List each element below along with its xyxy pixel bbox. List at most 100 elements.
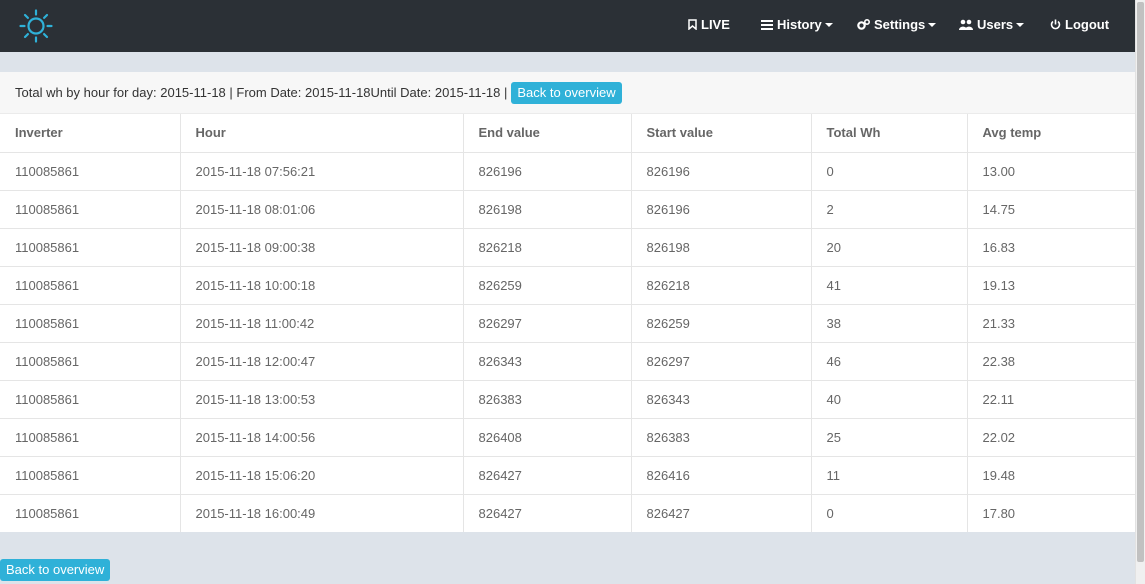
cell-start-value: 826427 — [631, 494, 812, 532]
table-body: 110085861 2015-11-18 07:56:21 826196 826196… — [0, 152, 1135, 532]
cell-end-value: 826427 — [463, 456, 632, 495]
vertical-scrollbar[interactable] — [1135, 0, 1145, 584]
results-panel: Total wh by hour for day: 2015-11-18 | F… — [0, 72, 1135, 532]
nav-logout[interactable]: Logout — [1050, 0, 1109, 52]
cell-avg-temp: 16.83 — [967, 228, 1135, 267]
column-header-start-value: Start value — [631, 114, 812, 153]
cell-end-value: 826383 — [463, 380, 632, 419]
cell-inverter: 110085861 — [0, 266, 181, 305]
nav-users[interactable]: Users — [959, 0, 1025, 52]
cell-inverter: 110085861 — [0, 418, 181, 457]
cell-avg-temp: 22.02 — [967, 418, 1135, 457]
chevron-down-icon — [824, 23, 833, 27]
users-icon — [959, 19, 973, 30]
cell-avg-temp: 19.48 — [967, 456, 1135, 495]
table-row: 110085861 2015-11-18 12:00:47 826343 826297… — [0, 342, 1135, 381]
nav-logout-label: Logout — [1065, 17, 1110, 32]
scrollbar-thumb[interactable] — [1137, 2, 1144, 562]
bookmark-icon — [688, 19, 697, 31]
panel-heading: Total wh by hour for day: 2015-11-18 | F… — [0, 72, 1135, 114]
column-header-total-wh: Total Wh — [811, 114, 968, 153]
cell-inverter: 110085861 — [0, 228, 181, 267]
cell-hour: 2015-11-18 14:00:56 — [180, 418, 464, 457]
cell-total-wh: 0 — [811, 152, 968, 191]
cell-start-value: 826297 — [631, 342, 812, 381]
gears-icon — [857, 18, 871, 30]
nav-settings-label: Settings — [874, 17, 926, 32]
cell-start-value: 826196 — [631, 152, 812, 191]
cell-hour: 2015-11-18 13:00:53 — [180, 380, 464, 419]
power-icon — [1050, 19, 1061, 30]
cell-hour: 2015-11-18 10:00:18 — [180, 266, 464, 305]
chevron-down-icon — [928, 23, 937, 27]
table-row: 110085861 2015-11-18 13:00:53 826383 826343… — [0, 380, 1135, 419]
cell-inverter: 110085861 — [0, 152, 181, 191]
cell-end-value: 826218 — [463, 228, 632, 267]
cell-hour: 2015-11-18 16:00:49 — [180, 494, 464, 532]
cell-end-value: 826259 — [463, 266, 632, 305]
hourly-totals-table: Inverter Hour End value Start value Tota… — [0, 114, 1135, 532]
nav-live[interactable]: LIVE — [688, 0, 730, 52]
cell-inverter: 110085861 — [0, 380, 181, 419]
cell-hour: 2015-11-18 15:06:20 — [180, 456, 464, 495]
cell-inverter: 110085861 — [0, 456, 181, 495]
cell-start-value: 826198 — [631, 228, 812, 267]
cell-hour: 2015-11-18 09:00:38 — [180, 228, 464, 267]
list-icon — [761, 20, 773, 30]
cell-total-wh: 2 — [811, 190, 968, 229]
back-to-overview-button-bottom[interactable]: Back to overview — [0, 559, 111, 581]
cell-total-wh: 46 — [811, 342, 968, 381]
table-row: 110085861 2015-11-18 09:00:38 826218 826198… — [0, 228, 1135, 267]
nav-settings[interactable]: Settings — [857, 0, 937, 52]
cell-start-value: 826196 — [631, 190, 812, 229]
cell-avg-temp: 21.33 — [967, 304, 1135, 343]
cell-end-value: 826408 — [463, 418, 632, 457]
table-row: 110085861 2015-11-18 08:01:06 826198 826196… — [0, 190, 1135, 229]
cell-end-value: 826297 — [463, 304, 632, 343]
back-to-overview-button[interactable]: Back to overview — [511, 81, 622, 104]
nav-history[interactable]: History — [761, 0, 833, 52]
cell-end-value: 826427 — [463, 494, 632, 532]
cell-total-wh: 25 — [811, 418, 968, 457]
cell-end-value: 826196 — [463, 152, 632, 191]
cell-total-wh: 11 — [811, 456, 968, 495]
cell-end-value: 826343 — [463, 342, 632, 381]
nav-history-label: History — [777, 17, 822, 32]
cell-hour: 2015-11-18 08:01:06 — [180, 190, 464, 229]
cell-start-value: 826218 — [631, 266, 812, 305]
cell-total-wh: 40 — [811, 380, 968, 419]
cell-inverter: 110085861 — [0, 304, 181, 343]
table-row: 110085861 2015-11-18 15:06:20 826427 826416… — [0, 456, 1135, 495]
cell-avg-temp: 17.80 — [982, 505, 1016, 521]
column-header-end-value: End value — [463, 114, 632, 153]
table-header-row: Inverter Hour End value Start value Tota… — [0, 114, 1135, 153]
cell-total-wh: 20 — [811, 228, 968, 267]
cell-start-value: 826416 — [631, 456, 812, 495]
cell-total-wh: 38 — [811, 304, 968, 343]
cell-total-wh: 41 — [811, 266, 968, 305]
table-row: 110085861 2015-11-18 11:00:42 826297 826259… — [0, 304, 1135, 343]
cell-start-value: 826259 — [631, 304, 812, 343]
table-row: 110085861 2015-11-18 16:00:49 826427 826427… — [0, 494, 1135, 532]
table-row: 110085861 2015-11-18 07:56:21 826196 826196… — [0, 152, 1135, 191]
cell-avg-temp: 13.00 — [967, 152, 1135, 191]
cell-hour: 2015-11-18 07:56:21 — [180, 152, 464, 191]
cell-avg-temp: 14.75 — [967, 190, 1135, 229]
cell-start-value: 826343 — [631, 380, 812, 419]
cell-hour: 2015-11-18 12:00:47 — [180, 342, 464, 381]
cell-inverter: 110085861 — [0, 342, 181, 381]
nav-users-label: Users — [977, 17, 1014, 32]
cell-total-wh: 0 — [811, 494, 968, 532]
top-navbar: LIVE History Settings Users Logout — [0, 0, 1135, 52]
table-row: 110085861 2015-11-18 10:00:18 826259 826218… — [0, 266, 1135, 305]
column-header-hour: Hour — [180, 114, 464, 153]
cell-inverter: 110085861 — [0, 494, 181, 532]
cell-end-value: 826198 — [463, 190, 632, 229]
cell-avg-temp: 22.38 — [967, 342, 1135, 381]
cell-hour: 2015-11-18 11:00:42 — [180, 304, 464, 343]
column-header-inverter: Inverter — [0, 114, 181, 153]
chevron-down-icon — [1016, 23, 1025, 27]
nav-live-label: LIVE — [701, 17, 730, 32]
table-row: 110085861 2015-11-18 14:00:56 826408 826383… — [0, 418, 1135, 457]
sun-icon[interactable] — [19, 9, 53, 43]
